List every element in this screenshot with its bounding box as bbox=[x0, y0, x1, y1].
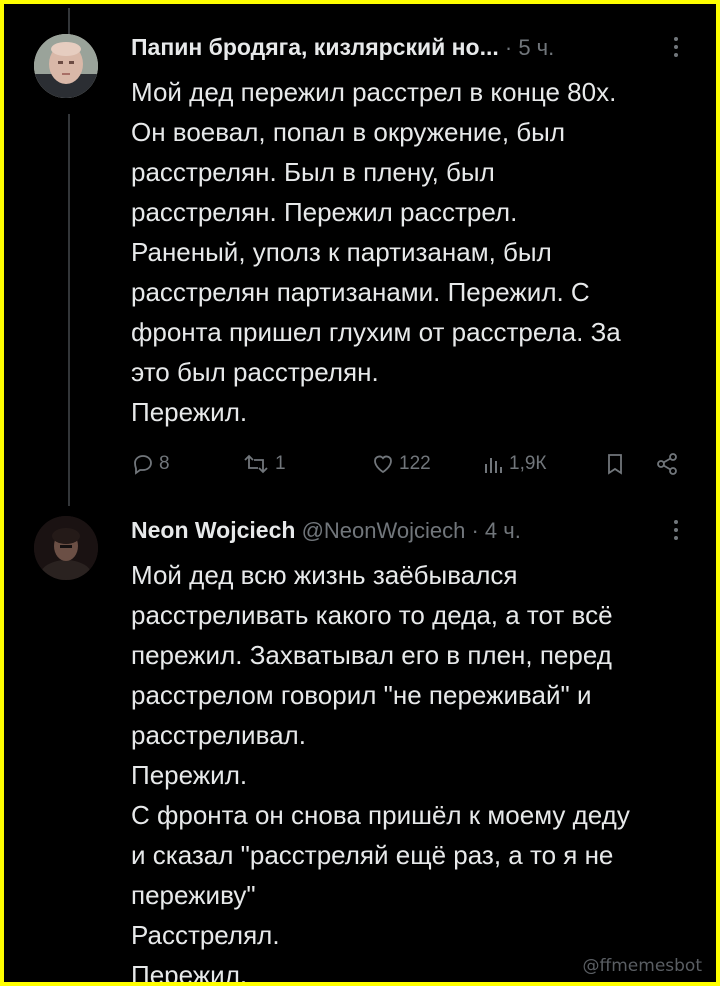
share-icon bbox=[655, 452, 679, 476]
timestamp[interactable]: 5 ч. bbox=[518, 35, 554, 60]
separator: · bbox=[465, 518, 485, 543]
reply-button[interactable]: 8 bbox=[131, 444, 170, 484]
more-options-icon[interactable] bbox=[672, 36, 680, 62]
thread-connector-line bbox=[68, 114, 70, 506]
views-count: 1,9К bbox=[509, 453, 547, 474]
tweet-header: Папин бродяга, кизлярский но... · 5 ч. bbox=[131, 34, 554, 61]
like-count: 122 bbox=[399, 453, 431, 474]
like-button[interactable]: 122 bbox=[371, 444, 431, 484]
retweet-button[interactable]: 1 bbox=[241, 444, 286, 484]
tweet-actions: 8 1 122 1,9К bbox=[131, 444, 691, 484]
screenshot-frame: Папин бродяга, кизлярский но... · 5 ч. М… bbox=[4, 4, 716, 982]
avatar-neon-wojciech[interactable] bbox=[34, 516, 98, 580]
tweet-text: Мой дед всю жизнь заёбывался расстрелива… bbox=[131, 560, 630, 982]
bookmark-icon bbox=[605, 452, 625, 476]
tweet-header: Neon Wojciech @NeonWojciech · 4 ч. bbox=[131, 517, 521, 544]
bookmark-button[interactable] bbox=[605, 444, 625, 484]
retweet-icon bbox=[241, 452, 271, 476]
author-name[interactable]: Neon Wojciech bbox=[131, 517, 295, 543]
watermark: @ffmemesbot bbox=[582, 956, 702, 976]
author-name[interactable]: Папин бродяга, кизлярский но... bbox=[131, 34, 499, 60]
bar-chart-icon bbox=[483, 452, 505, 476]
separator: · bbox=[498, 35, 519, 60]
retweet-count: 1 bbox=[275, 453, 286, 474]
author-handle[interactable]: @NeonWojciech bbox=[302, 518, 466, 543]
tweet-text: Мой дед пережил расстрел в конце 80х. Он… bbox=[131, 77, 621, 427]
views-button[interactable]: 1,9К bbox=[483, 444, 546, 484]
more-options-icon[interactable] bbox=[672, 519, 680, 545]
heart-icon bbox=[371, 452, 395, 476]
reply-count: 8 bbox=[159, 453, 170, 474]
reply-icon bbox=[131, 452, 155, 476]
timestamp[interactable]: 4 ч. bbox=[485, 518, 521, 543]
share-button[interactable] bbox=[655, 444, 679, 484]
avatar-papin-brodyaga[interactable] bbox=[34, 34, 98, 98]
thread-line-top bbox=[68, 8, 70, 34]
